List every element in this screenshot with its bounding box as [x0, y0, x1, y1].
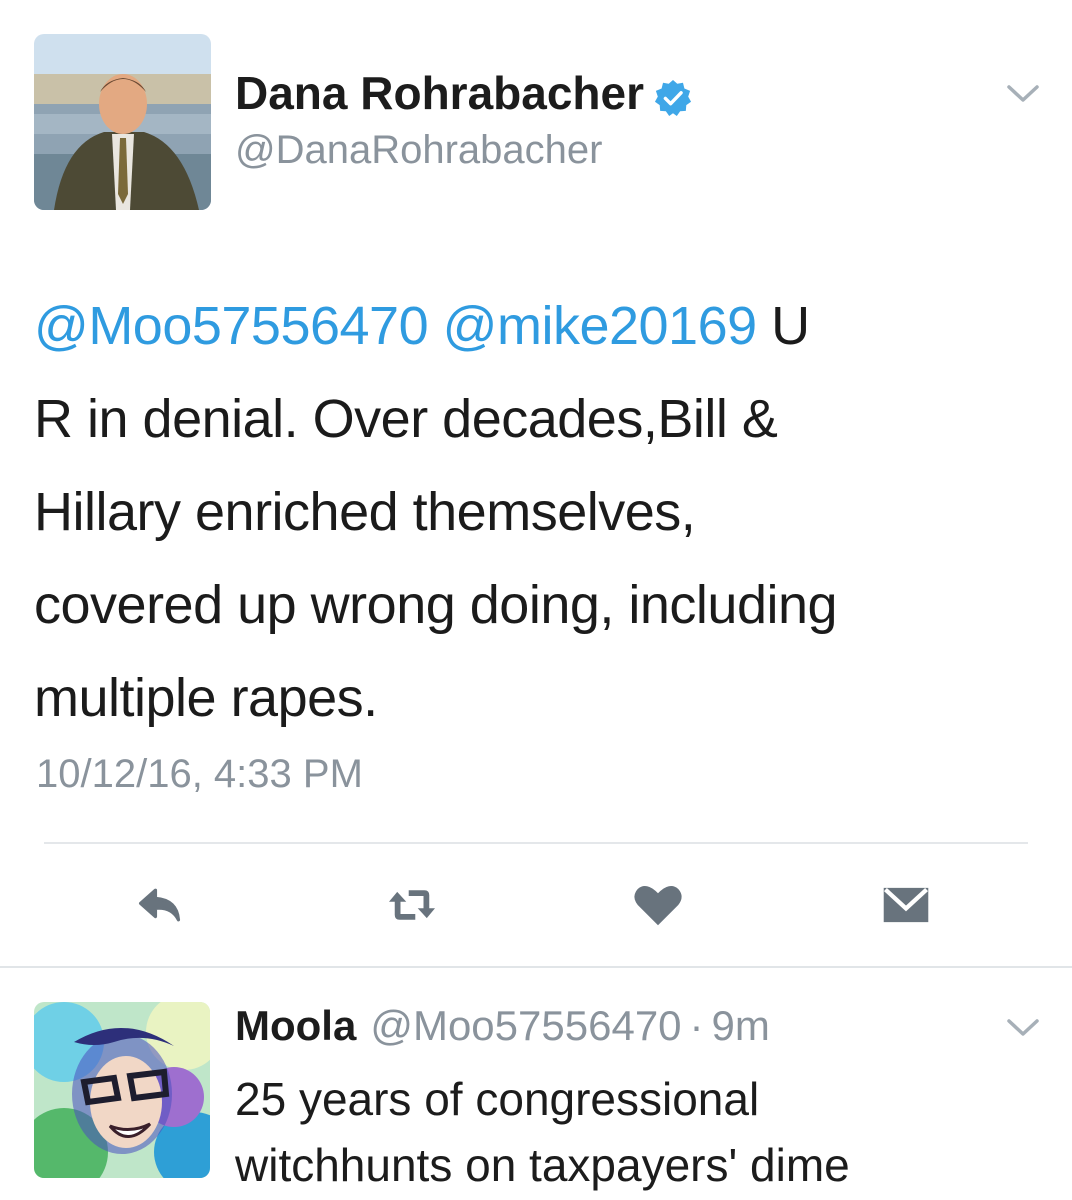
envelope-icon	[883, 887, 929, 923]
chevron-down-icon[interactable]	[1003, 1012, 1043, 1042]
direct-message-button[interactable]	[874, 877, 938, 933]
divider	[0, 966, 1072, 968]
author-name-text[interactable]: Dana Rohrabacher	[235, 66, 644, 120]
verified-badge-icon	[654, 74, 692, 117]
reply-button[interactable]	[130, 877, 194, 933]
reply-author-avatar[interactable]	[34, 1002, 210, 1178]
separator-dot: ·	[689, 1002, 704, 1049]
author-avatar[interactable]	[34, 34, 211, 210]
tweet-text-line: multiple rapes.	[34, 668, 378, 728]
mention-link[interactable]: @mike20169	[443, 296, 758, 356]
tweet-timestamp[interactable]: 10/12/16, 4:33 PM	[36, 752, 363, 797]
like-button[interactable]	[626, 877, 690, 933]
retweet-button[interactable]	[380, 877, 444, 933]
reply-author-name[interactable]: Moola	[235, 1002, 356, 1050]
divider	[44, 842, 1028, 844]
reply-meta: @Moo57556470 · 9m	[370, 1002, 770, 1050]
tweet-text-line: Hillary enriched themselves,	[34, 482, 696, 542]
reply-icon	[139, 888, 181, 922]
reply-header: Moola @Moo57556470 · 9m	[235, 1002, 770, 1050]
author-name[interactable]: Dana Rohrabacher	[235, 66, 692, 120]
reply-timestamp[interactable]: 9m	[712, 1002, 770, 1050]
reply-author-handle[interactable]: @Moo57556470	[370, 1002, 681, 1050]
tweet-text-line: R in denial. Over decades,Bill &	[34, 389, 778, 449]
mention-link[interactable]: @Moo57556470	[34, 296, 429, 356]
tweet-text-fragment: U	[756, 296, 810, 356]
heart-icon	[634, 885, 682, 926]
tweet-text: @Moo57556470 @mike20169 U R in denial. O…	[34, 280, 1044, 745]
reply-text-line: witchhunts on taxpayers' dime	[235, 1139, 850, 1191]
tweet-text-line: @Moo57556470 @mike20169 U	[34, 280, 1044, 373]
reply-text-line: 25 years of congressional	[235, 1073, 760, 1125]
author-handle[interactable]: @DanaRohrabacher	[235, 128, 602, 173]
reply-tweet-text: 25 years of congressional witchhunts on …	[235, 1066, 1055, 1198]
tweet-text-line: covered up wrong doing, including	[34, 575, 838, 635]
retweet-icon	[389, 890, 435, 920]
chevron-down-icon[interactable]	[1003, 78, 1043, 108]
